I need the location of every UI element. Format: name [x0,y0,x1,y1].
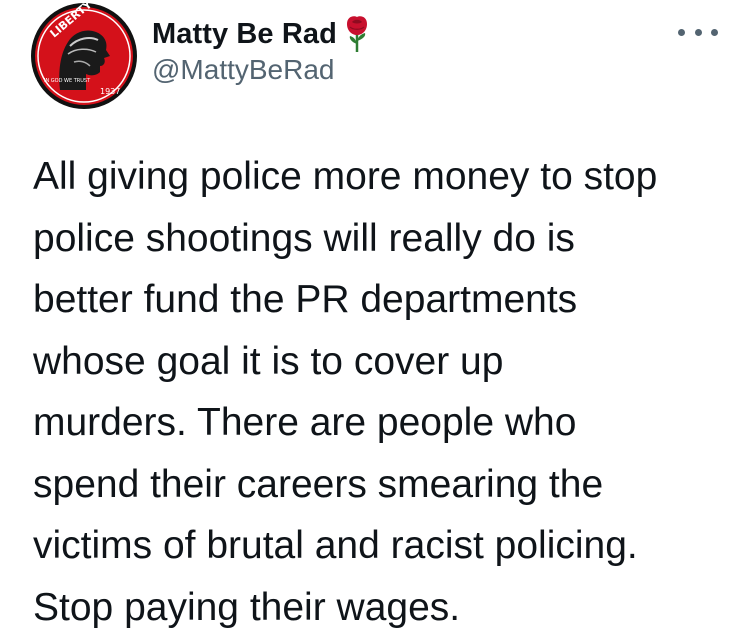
avatar-year-text: 1937 [100,87,120,96]
tweet: LIBERTY 1937 IN GOD WE TRUST Matty Be Ra… [0,0,750,638]
rose-icon [346,16,367,52]
liberty-dime-avatar-icon: LIBERTY 1937 IN GOD WE TRUST [31,2,137,109]
tweet-text: All giving police more money to stop pol… [33,155,658,629]
user-handle[interactable]: @MattyBeRad [152,54,335,86]
avatar-trust-text: IN GOD WE TRUST [44,78,91,84]
more-horizontal-icon [711,28,718,36]
more-options-button[interactable] [678,22,718,42]
more-horizontal-icon [678,28,685,36]
author-name-row[interactable]: Matty Be Rad [152,14,373,54]
more-horizontal-icon [694,28,702,36]
avatar[interactable]: LIBERTY 1937 IN GOD WE TRUST [30,2,138,110]
display-name[interactable]: Matty Be Rad [152,18,337,51]
